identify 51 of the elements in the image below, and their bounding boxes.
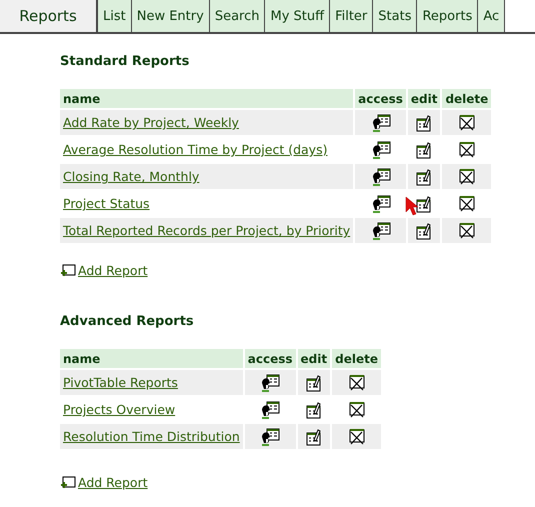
- nav-tab[interactable]: Search: [210, 0, 266, 32]
- access-icon[interactable]: [260, 426, 280, 446]
- nav-tab[interactable]: Reports: [417, 0, 478, 32]
- delete-icon[interactable]: [348, 401, 366, 418]
- report-link[interactable]: Projects Overview: [63, 402, 176, 417]
- delete-icon[interactable]: [458, 195, 476, 212]
- nav-tab[interactable]: Stats: [373, 0, 418, 32]
- access-icon[interactable]: [370, 140, 390, 160]
- nav-tab[interactable]: List: [98, 0, 132, 32]
- add-icon[interactable]: [60, 476, 76, 489]
- report-link[interactable]: Average Resolution Time by Project (days): [63, 142, 328, 157]
- section-heading: Standard Reports: [60, 54, 190, 69]
- delete-icon[interactable]: [458, 168, 476, 185]
- column-header: edit: [408, 89, 440, 110]
- delete-icon[interactable]: [458, 141, 476, 158]
- page-title: Reports: [0, 0, 98, 32]
- nav-tab[interactable]: Ac: [478, 0, 506, 32]
- edit-icon[interactable]: [306, 374, 322, 392]
- add-report-link[interactable]: Add Report: [78, 263, 148, 278]
- nav-tab[interactable]: New Entry: [132, 0, 210, 32]
- access-icon[interactable]: [260, 400, 280, 420]
- column-header: edit: [298, 349, 330, 370]
- column-header: access: [355, 89, 406, 110]
- edit-icon[interactable]: [416, 168, 432, 186]
- delete-icon[interactable]: [458, 222, 476, 239]
- edit-icon[interactable]: [416, 114, 432, 132]
- access-icon[interactable]: [260, 372, 280, 392]
- nav-tab[interactable]: My Stuff: [265, 0, 330, 32]
- cursor-icon: [405, 196, 419, 216]
- delete-icon[interactable]: [348, 428, 366, 445]
- edit-icon[interactable]: [416, 140, 432, 158]
- delete-icon[interactable]: [348, 374, 366, 391]
- access-icon[interactable]: [370, 194, 390, 214]
- report-link[interactable]: Project Status: [63, 196, 150, 211]
- add-icon[interactable]: [60, 264, 76, 277]
- access-icon[interactable]: [370, 112, 390, 132]
- section-heading: Advanced Reports: [60, 314, 195, 329]
- edit-icon[interactable]: [416, 194, 432, 212]
- edit-icon[interactable]: [306, 428, 322, 446]
- nav-tab[interactable]: Filter: [330, 0, 374, 32]
- add-report-link[interactable]: Add Report: [78, 475, 148, 490]
- column-header: name: [60, 89, 354, 110]
- column-header: delete: [442, 89, 492, 110]
- column-header: access: [244, 349, 296, 370]
- access-icon[interactable]: [370, 166, 390, 186]
- access-icon[interactable]: [370, 220, 390, 240]
- delete-icon[interactable]: [458, 114, 476, 131]
- edit-icon[interactable]: [306, 400, 322, 418]
- column-header: delete: [332, 349, 381, 370]
- column-header: name: [60, 349, 243, 370]
- edit-icon[interactable]: [416, 222, 432, 240]
